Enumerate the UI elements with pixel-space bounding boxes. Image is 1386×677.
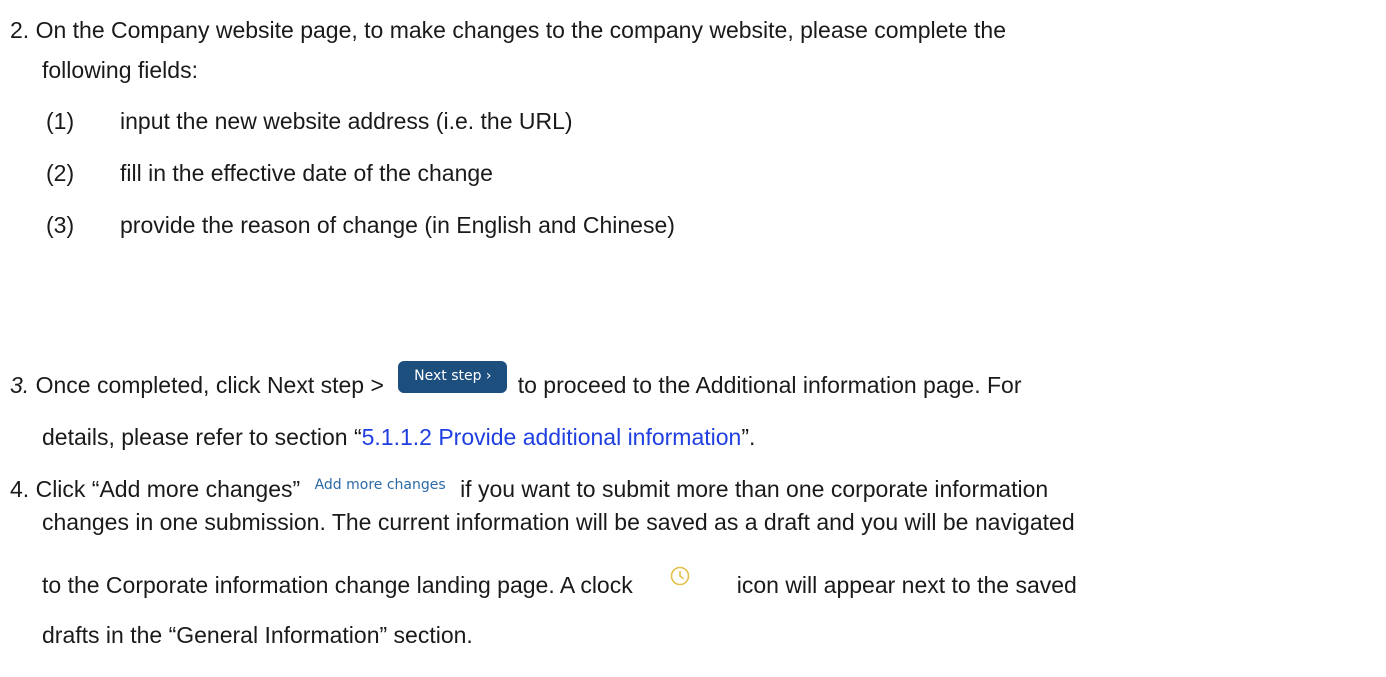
step-2-line-1: 2. On the Company website page, to make … xyxy=(10,15,1006,45)
item-3-marker: (3) xyxy=(46,212,75,238)
step-3-line-2-before: details, please refer to section “ xyxy=(42,424,362,450)
step-3-line-2-after: ”. xyxy=(741,424,756,450)
step-4-line-4: drafts in the “General Information” sect… xyxy=(42,622,473,648)
step-4-line-1: 4. Click “Add more changes” Add more cha… xyxy=(10,474,1048,508)
item-3-text: provide the reason of change (in English… xyxy=(120,212,675,238)
step-4-text-after: if you want to submit more than one corp… xyxy=(460,476,1049,502)
step-4-line-2: changes in one submission. The current i… xyxy=(42,509,1075,535)
item-1-marker: (1) xyxy=(46,108,75,134)
clock-icon xyxy=(669,564,691,586)
next-step-button[interactable]: Next step › xyxy=(398,360,508,393)
step-2-number: 2. xyxy=(10,17,30,43)
step-3-line-1: 3. Once completed, click Next step > Nex… xyxy=(10,360,1022,403)
step-4-line-3-after: icon will appear next to the saved xyxy=(736,572,1077,598)
item-2-marker: (2) xyxy=(46,160,75,186)
add-more-changes-button[interactable]: Add more changes xyxy=(315,470,446,500)
item-1-text: input the new website address (i.e. the … xyxy=(120,108,573,134)
item-2-text: fill in the effective date of the change xyxy=(120,160,493,186)
step-3-line-2: details, please refer to section “5.1.1.… xyxy=(42,422,755,452)
step-4-number: 4. xyxy=(10,476,30,502)
step-3-text-after: to proceed to the Additional information… xyxy=(517,372,1022,398)
step-4-line-3: to the Corporate information change land… xyxy=(42,566,1077,600)
step-2-text: On the Company website page, to make cha… xyxy=(35,17,1006,43)
step-3-number: 3. xyxy=(10,372,30,398)
step-4-text-before: Click “Add more changes” xyxy=(35,476,301,502)
step-2-line-2: following fields: xyxy=(42,57,198,83)
step-3-text-before: Once completed, click Next step > xyxy=(35,372,384,398)
step-4-line-3-before: to the Corporate information change land… xyxy=(42,572,633,598)
section-link[interactable]: 5.1.1.2 Provide additional information xyxy=(362,424,742,450)
